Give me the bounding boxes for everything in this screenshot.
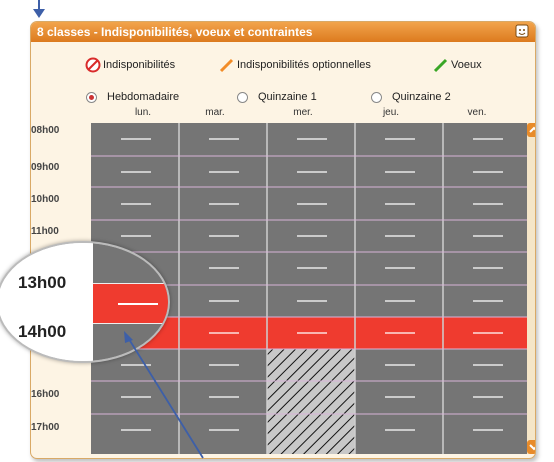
pointer-arrow-bottom	[124, 331, 204, 459]
